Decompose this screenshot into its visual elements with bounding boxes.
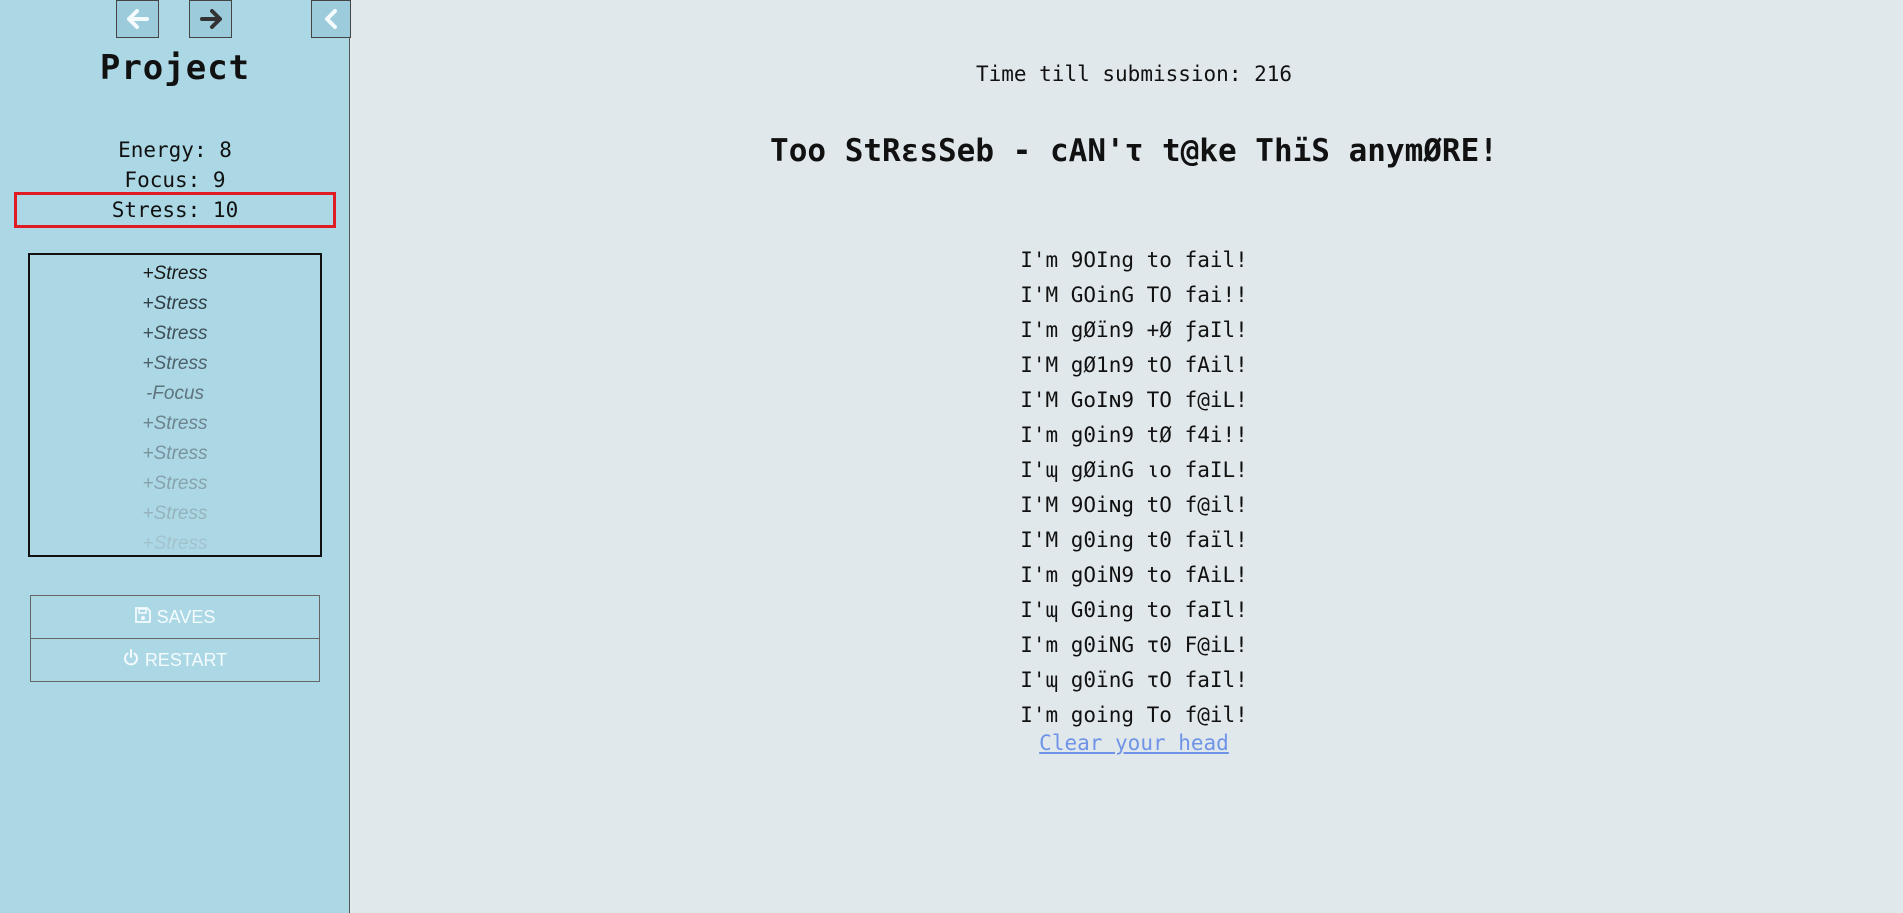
focus-stat: Focus: 9 <box>124 168 226 192</box>
passage-line: I'm gØïn9 +Ø ƒaIl! <box>1020 318 1248 342</box>
passage-line: I'M g0ing t0 faïl! <box>1020 528 1248 552</box>
history-item: +Stress <box>142 533 208 554</box>
passage-line: I'M GOinG TO fai!! <box>1020 283 1248 307</box>
history-item: +Stress <box>142 323 208 344</box>
history-item: -Focus <box>145 383 205 404</box>
history-item: +Stress <box>142 443 208 464</box>
history-item: +Stress <box>142 473 208 494</box>
history-item: +Stress <box>142 293 208 314</box>
submission-timer: Time till submission: 216 <box>975 62 1293 86</box>
history-item: +Stress <box>142 503 208 524</box>
passage-heading: Too StRεsSeb - cAN'τ t@ke ThïS anymØRE! <box>770 133 1498 169</box>
stress-highlight-box <box>14 192 336 228</box>
history-item: +Stress <box>142 263 208 284</box>
passage-line: I'm 9OIng to fail! <box>1020 248 1248 272</box>
passage-line: I'ɰ G0ing to faIl! <box>1020 598 1248 622</box>
passage-line: I'M gØ1n9 tO fAil! <box>1020 353 1248 377</box>
chevron-left-icon <box>324 9 338 29</box>
clear-head-link-wrap: Clear your head <box>350 731 1903 755</box>
history-item: +Stress <box>142 413 208 434</box>
power-icon <box>123 648 139 672</box>
history-log: +Stress +Stress +Stress +Stress -Focus +Stres… <box>28 253 322 557</box>
arrow-left-icon <box>126 9 149 29</box>
sidebar: Project Energy: 8 Focus: 9 Stress: 10 +S… <box>0 0 351 913</box>
forward-button[interactable] <box>189 0 232 38</box>
sidebar-collapse-button[interactable] <box>311 0 351 38</box>
passage-line: I'ɰ gØinG ιo faIL! <box>1020 458 1248 482</box>
floppy-disk-icon <box>134 606 151 628</box>
passage-line: I'm going To f@il! <box>1020 703 1248 727</box>
passage-line: I'm g0in9 tØ f4i!! <box>1020 423 1248 447</box>
story-title: Project <box>99 48 251 88</box>
restart-label: RESTART <box>144 649 228 670</box>
passage-line: I'm g0iNG τ0 F@iL! <box>1020 633 1248 657</box>
arrow-right-icon <box>199 9 222 29</box>
passage-line: I'ɰ g0ïnG τO faIl! <box>1020 668 1248 692</box>
energy-stat: Energy: 8 <box>118 138 232 162</box>
saves-button[interactable]: SAVES <box>30 595 320 639</box>
passage-lines: I'm 9OIng to fail! I'M GOinG TO fai!! I'm … <box>350 243 1903 733</box>
back-button[interactable] <box>116 0 159 38</box>
history-item: +Stress <box>142 353 208 374</box>
passage-line: I'M GoIɴ9 TO f@iL! <box>1020 388 1248 412</box>
saves-label: SAVES <box>156 606 216 627</box>
passage-line: I'M 9Oiɴg tO f@il! <box>1020 493 1248 517</box>
restart-button[interactable]: RESTART <box>30 638 320 682</box>
passage-main: Time till submission: 216 Too StRεsSeb -… <box>350 0 1903 913</box>
clear-head-link[interactable]: Clear your head <box>1039 731 1229 755</box>
passage-line: I'm gOiN9 to fAiL! <box>1020 563 1248 587</box>
